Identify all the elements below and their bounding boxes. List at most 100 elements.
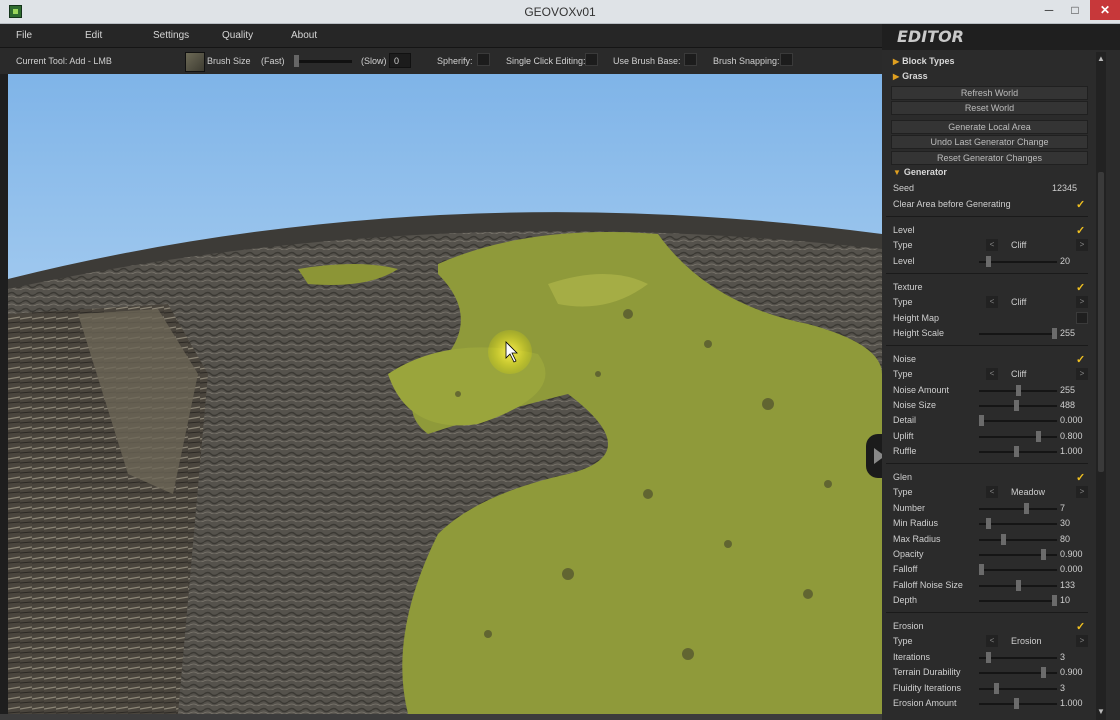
max-radius-slider-handle[interactable] bbox=[1000, 534, 1006, 545]
detail-value[interactable]: 0.000 bbox=[1060, 415, 1083, 425]
scroll-down-icon[interactable]: ▼ bbox=[1096, 707, 1106, 717]
divider bbox=[886, 463, 1088, 464]
scroll-up-icon[interactable]: ▲ bbox=[1096, 54, 1106, 64]
erosion-enable-checkbox[interactable]: ✓ bbox=[1076, 620, 1085, 633]
scrollbar-thumb[interactable] bbox=[1098, 172, 1104, 472]
grass-section[interactable]: ▶ Grass bbox=[893, 71, 928, 81]
erosion-type-prev-button[interactable]: < bbox=[986, 635, 998, 647]
falloff-noise-size-slider-handle[interactable] bbox=[1015, 580, 1021, 591]
glen-type-next-button[interactable]: > bbox=[1076, 486, 1088, 498]
level-type-next-button[interactable]: > bbox=[1076, 239, 1088, 251]
seed-value[interactable]: 12345 bbox=[1052, 183, 1077, 193]
generator-section[interactable]: ▼ Generator bbox=[893, 167, 947, 177]
fluidity-iterations-slider[interactable] bbox=[979, 688, 1057, 690]
noise-amount-row: Noise Amount 255 bbox=[893, 384, 1089, 398]
glen-enable-checkbox[interactable]: ✓ bbox=[1076, 471, 1085, 484]
menu-edit[interactable]: Edit bbox=[85, 30, 102, 41]
number-value[interactable]: 7 bbox=[1060, 503, 1065, 513]
undo-generator-change-button[interactable]: Undo Last Generator Change bbox=[891, 135, 1088, 149]
3d-viewport[interactable] bbox=[8, 74, 882, 714]
falloff-noise-size-value[interactable]: 133 bbox=[1060, 580, 1075, 590]
opacity-value[interactable]: 0.900 bbox=[1060, 549, 1083, 559]
height-scale-slider-handle[interactable] bbox=[1052, 328, 1057, 339]
uplift-value[interactable]: 0.800 bbox=[1060, 431, 1083, 441]
single-click-checkbox[interactable] bbox=[585, 53, 598, 66]
reset-world-button[interactable]: Reset World bbox=[891, 101, 1088, 115]
menu-bar: File Edit Settings Quality About bbox=[0, 24, 882, 48]
divider bbox=[886, 345, 1088, 346]
maximize-button[interactable]: □ bbox=[1062, 0, 1088, 20]
height-scale-row: Height Scale 255 bbox=[893, 327, 1089, 341]
noise-size-value[interactable]: 488 bbox=[1060, 400, 1075, 410]
height-scale-value[interactable]: 255 bbox=[1060, 328, 1075, 338]
brush-base-checkbox[interactable] bbox=[684, 53, 697, 66]
menu-quality[interactable]: Quality bbox=[222, 30, 253, 41]
texture-type-next-button[interactable]: > bbox=[1076, 296, 1088, 308]
brush-thumbnail[interactable] bbox=[185, 52, 205, 72]
falloff-slider-handle[interactable] bbox=[979, 564, 984, 575]
noise-type-next-button[interactable]: > bbox=[1076, 368, 1088, 380]
clear-area-checkbox[interactable]: ✓ bbox=[1076, 198, 1085, 211]
block-types-section[interactable]: ▶ Block Types bbox=[893, 56, 955, 66]
max-radius-value[interactable]: 80 bbox=[1060, 534, 1070, 544]
terrain-durability-value[interactable]: 0.900 bbox=[1060, 667, 1083, 677]
falloff-value[interactable]: 0.000 bbox=[1060, 564, 1083, 574]
level-slider-handle[interactable] bbox=[986, 256, 992, 267]
min-radius-value[interactable]: 30 bbox=[1060, 518, 1070, 528]
panel-toggle-arrow-icon[interactable] bbox=[866, 434, 882, 478]
uplift-slider[interactable] bbox=[979, 436, 1057, 438]
noise-amount-slider-handle[interactable] bbox=[1015, 385, 1021, 396]
noise-enable-checkbox[interactable]: ✓ bbox=[1076, 353, 1085, 366]
erosion-amount-value[interactable]: 1.000 bbox=[1060, 698, 1083, 708]
refresh-world-button[interactable]: Refresh World bbox=[891, 86, 1088, 100]
brush-snapping-checkbox[interactable] bbox=[780, 53, 793, 66]
ruffle-slider-handle[interactable] bbox=[1014, 446, 1020, 457]
height-map-slot[interactable] bbox=[1076, 312, 1088, 324]
depth-value[interactable]: 10 bbox=[1060, 595, 1070, 605]
ruffle-value[interactable]: 1.000 bbox=[1060, 446, 1083, 456]
brush-size-value[interactable]: 0 bbox=[389, 53, 411, 68]
detail-slider-handle[interactable] bbox=[979, 415, 984, 426]
menu-about[interactable]: About bbox=[291, 30, 317, 41]
glen-type-prev-button[interactable]: < bbox=[986, 486, 998, 498]
number-slider-handle[interactable] bbox=[1024, 503, 1030, 514]
brush-size-slider[interactable] bbox=[294, 60, 352, 63]
iterations-slider-handle[interactable] bbox=[986, 652, 992, 663]
noise-type-prev-button[interactable]: < bbox=[986, 368, 998, 380]
depth-slider-handle[interactable] bbox=[1052, 595, 1057, 606]
menu-settings[interactable]: Settings bbox=[153, 30, 189, 41]
minimize-button[interactable]: ─ bbox=[1036, 0, 1062, 20]
erosion-amount-slider-handle[interactable] bbox=[1014, 698, 1020, 709]
close-button[interactable]: ✕ bbox=[1090, 0, 1120, 20]
depth-slider[interactable] bbox=[979, 600, 1057, 602]
noise-size-label: Noise Size bbox=[893, 400, 937, 410]
detail-slider[interactable] bbox=[979, 420, 1057, 422]
brush-base-label: Use Brush Base: bbox=[613, 56, 681, 66]
terrain-durability-slider-handle[interactable] bbox=[1041, 667, 1047, 678]
max-radius-slider[interactable] bbox=[979, 539, 1057, 541]
iterations-value[interactable]: 3 bbox=[1060, 652, 1065, 662]
noise-size-slider-handle[interactable] bbox=[1014, 400, 1020, 411]
level-enable-checkbox[interactable]: ✓ bbox=[1076, 224, 1085, 237]
opacity-slider-handle[interactable] bbox=[1041, 549, 1047, 560]
noise-amount-value[interactable]: 255 bbox=[1060, 385, 1075, 395]
uplift-slider-handle[interactable] bbox=[1035, 431, 1041, 442]
number-slider[interactable] bbox=[979, 508, 1057, 510]
falloff-slider[interactable] bbox=[979, 569, 1057, 571]
height-scale-slider[interactable] bbox=[979, 333, 1057, 335]
spherify-checkbox[interactable] bbox=[477, 53, 490, 66]
brush-size-slider-handle[interactable] bbox=[294, 55, 299, 67]
level-value[interactable]: 20 bbox=[1060, 256, 1070, 266]
editor-scrollbar[interactable]: ▲ ▼ bbox=[1096, 52, 1106, 720]
level-type-prev-button[interactable]: < bbox=[986, 239, 998, 251]
texture-type-prev-button[interactable]: < bbox=[986, 296, 998, 308]
fluidity-iterations-row: Fluidity Iterations 3 bbox=[893, 682, 1089, 696]
min-radius-slider-handle[interactable] bbox=[986, 518, 992, 529]
erosion-type-next-button[interactable]: > bbox=[1076, 635, 1088, 647]
reset-generator-changes-button[interactable]: Reset Generator Changes bbox=[891, 151, 1088, 165]
fluidity-iterations-slider-handle[interactable] bbox=[993, 683, 999, 694]
texture-enable-checkbox[interactable]: ✓ bbox=[1076, 281, 1085, 294]
fluidity-iterations-value[interactable]: 3 bbox=[1060, 683, 1065, 693]
generate-local-area-button[interactable]: Generate Local Area bbox=[891, 120, 1088, 134]
menu-file[interactable]: File bbox=[16, 30, 32, 41]
